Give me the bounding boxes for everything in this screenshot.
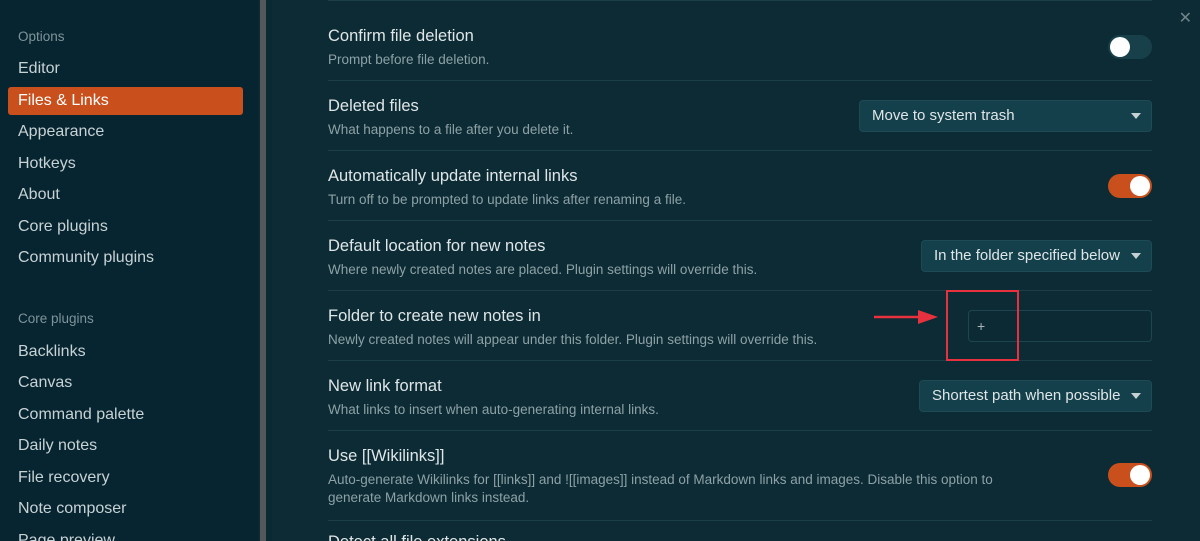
sidebar-item-backlinks[interactable]: Backlinks — [8, 338, 243, 366]
sidebar-item-daily-notes[interactable]: Daily notes — [8, 432, 243, 460]
sidebar-item-files-links[interactable]: Files & Links — [8, 87, 243, 115]
sidebar-item-command-palette[interactable]: Command palette — [8, 401, 243, 429]
options-heading: Options — [18, 29, 65, 44]
core-plugins-heading: Core plugins — [18, 311, 94, 326]
setting-confirm-deletion: Confirm file deletion Prompt before file… — [328, 0, 1152, 80]
setting-name: Default location for new notes — [328, 237, 546, 255]
setting-auto-update-links: Automatically update internal links Turn… — [328, 150, 1152, 220]
setting-default-location: Default location for new notes Where new… — [328, 220, 1152, 290]
setting-name: Use [[Wikilinks]] — [328, 447, 445, 465]
chevron-down-icon — [1131, 113, 1141, 119]
setting-detect-extensions: Detect all file extensions — [328, 520, 1152, 541]
auto-update-links-toggle[interactable] — [1108, 174, 1152, 198]
sidebar-item-core-plugins[interactable]: Core plugins — [8, 213, 243, 241]
select-value: In the folder specified below — [934, 247, 1120, 264]
setting-name: Automatically update internal links — [328, 167, 578, 185]
resize-handle[interactable] — [260, 0, 266, 541]
sidebar-item-canvas[interactable]: Canvas — [8, 369, 243, 397]
sidebar-item-note-composer[interactable]: Note composer — [8, 495, 243, 523]
highlight-box — [946, 290, 1019, 361]
pane-divider[interactable] — [258, 0, 272, 541]
setting-description: What happens to a file after you delete … — [328, 122, 574, 137]
setting-description: Newly created notes will appear under th… — [328, 332, 818, 347]
setting-wikilinks: Use [[Wikilinks]] Auto-generate Wikilink… — [328, 430, 1152, 520]
confirm-deletion-toggle[interactable] — [1108, 35, 1152, 59]
deleted-files-select[interactable]: Move to system trash — [859, 100, 1152, 132]
setting-description: Auto-generate Wikilinks for [[links]] an… — [328, 472, 993, 505]
setting-name: New link format — [328, 377, 442, 395]
setting-description: Turn off to be prompted to update links … — [328, 192, 686, 207]
sidebar-item-page-preview[interactable]: Page preview — [8, 527, 243, 541]
setting-name: Detect all file extensions — [328, 533, 506, 541]
chevron-down-icon — [1131, 393, 1141, 399]
setting-description: Prompt before file deletion. — [328, 52, 490, 67]
sidebar-item-file-recovery[interactable]: File recovery — [8, 464, 243, 492]
default-location-select[interactable]: In the folder specified below — [921, 240, 1152, 272]
sidebar-item-community-plugins[interactable]: Community plugins — [8, 244, 243, 272]
setting-link-format: New link format What links to insert whe… — [328, 360, 1152, 430]
sidebar-item-editor[interactable]: Editor — [8, 55, 243, 83]
wikilinks-toggle[interactable] — [1108, 463, 1152, 487]
toggle-knob — [1110, 37, 1130, 57]
toggle-knob — [1130, 465, 1150, 485]
close-icon[interactable]: ✕ — [1179, 8, 1192, 28]
select-value: Shortest path when possible — [932, 387, 1121, 404]
setting-name: Deleted files — [328, 97, 419, 115]
toggle-knob — [1130, 176, 1150, 196]
sidebar-item-hotkeys[interactable]: Hotkeys — [8, 150, 243, 178]
setting-name: Folder to create new notes in — [328, 307, 541, 325]
setting-description: What links to insert when auto-generatin… — [328, 402, 659, 417]
setting-description: Where newly created notes are placed. Pl… — [328, 262, 758, 277]
settings-content: ✕ Confirm file deletion Prompt before fi… — [272, 0, 1200, 541]
select-value: Move to system trash — [872, 107, 1015, 124]
settings-sidebar: Options Editor Files & Links Appearance … — [0, 0, 258, 541]
setting-new-notes-folder: Folder to create new notes in Newly crea… — [328, 290, 1152, 360]
sidebar-item-about[interactable]: About — [8, 181, 243, 209]
link-format-select[interactable]: Shortest path when possible — [919, 380, 1152, 412]
chevron-down-icon — [1131, 253, 1141, 259]
arrow-right-icon — [874, 310, 938, 324]
sidebar-item-appearance[interactable]: Appearance — [8, 118, 243, 146]
setting-deleted-files: Deleted files What happens to a file aft… — [328, 80, 1152, 150]
setting-name: Confirm file deletion — [328, 27, 474, 45]
